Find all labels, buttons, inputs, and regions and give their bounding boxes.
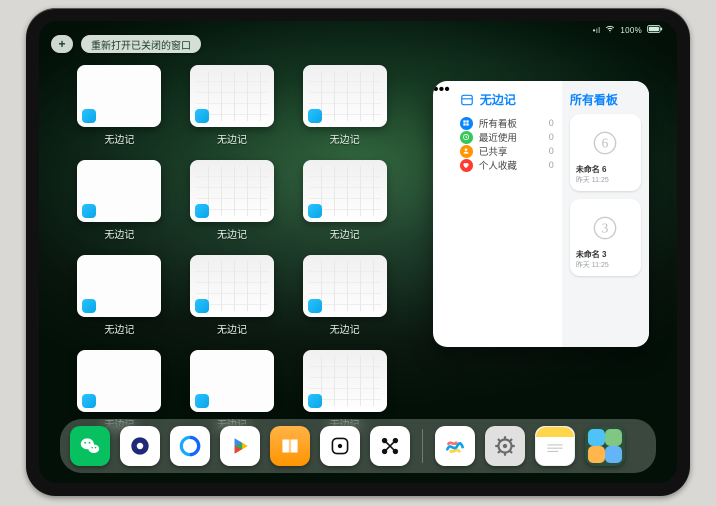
dock-app-notes[interactable] <box>535 426 575 466</box>
sidebar-item-count: 0 <box>549 146 554 156</box>
dock-separator <box>422 429 423 463</box>
heart-icon <box>460 159 473 172</box>
sidebar-item-label: 个人收藏 <box>479 158 517 172</box>
dock-app-nodes[interactable] <box>370 426 410 466</box>
reopen-closed-window-button[interactable]: 重新打开已关闭的窗口 <box>81 35 201 53</box>
freeform-icon <box>460 93 474 107</box>
app-switcher-tile[interactable]: 无边记 <box>190 65 275 146</box>
board-subtitle: 昨天 11:25 <box>576 260 635 270</box>
grid-icon <box>460 117 473 130</box>
tile-thumbnail <box>77 255 161 317</box>
tile-label: 无边记 <box>330 131 360 146</box>
battery-icon <box>647 25 663 35</box>
tile-thumbnail <box>77 160 161 222</box>
app-switcher-tile[interactable]: 无边记 <box>190 255 275 336</box>
app-switcher-tile[interactable]: 无边记 <box>302 160 387 241</box>
app-switcher-tile[interactable]: 无边记 <box>77 160 162 241</box>
top-bar: + 重新打开已关闭的窗口 <box>51 35 201 53</box>
panel-content: 所有看板 6未命名 6昨天 11:253未命名 3昨天 11:25 <box>562 81 649 347</box>
new-window-button[interactable]: + <box>51 35 73 53</box>
tile-thumbnail <box>190 65 274 127</box>
svg-text:3: 3 <box>602 220 609 235</box>
dock-app-play[interactable] <box>220 426 260 466</box>
tile-thumbnail <box>190 255 274 317</box>
app-switcher-grid: 无边记无边记无边记无边记无边记无边记无边记无边记无边记无边记无边记无边记 <box>77 65 387 431</box>
tile-thumbnail <box>190 160 274 222</box>
tile-thumbnail <box>77 65 161 127</box>
freeform-panel: ••• 无边记 所有看板0最近使用0已共享0个人收藏0 所有看板 6未命名 6昨… <box>433 81 649 347</box>
panel-sidebar: 无边记 所有看板 0 最近使用 0 已共享 0 个人收藏 0 <box>450 81 562 347</box>
sidebar-item[interactable]: 最近使用 0 <box>460 130 554 144</box>
board-subtitle: 昨天 11:25 <box>576 175 635 185</box>
ipad-device-frame: •ıl 100% + 重新打开已关闭的窗口 无边记无边记无边记无边记无边记无边记… <box>26 8 690 496</box>
dock-app-settings[interactable] <box>485 426 525 466</box>
clock-icon <box>460 131 473 144</box>
board-thumbnail: 3 <box>576 205 635 251</box>
tile-label: 无边记 <box>330 321 360 336</box>
dock-app-wechat[interactable] <box>70 426 110 466</box>
tile-label: 无边记 <box>104 321 134 336</box>
app-switcher-tile[interactable]: 无边记 <box>77 255 162 336</box>
sidebar-item[interactable]: 所有看板 0 <box>460 116 554 130</box>
board-name: 未命名 6 <box>576 166 635 175</box>
wifi-icon <box>605 24 615 36</box>
tile-label: 无边记 <box>217 131 247 146</box>
sidebar-item-label: 最近使用 <box>479 130 517 144</box>
dock-app-qqbrowser[interactable] <box>170 426 210 466</box>
sidebar-item-count: 0 <box>549 118 554 128</box>
dock-app-books[interactable] <box>270 426 310 466</box>
panel-right-title: 所有看板 <box>570 91 641 108</box>
board-name: 未命名 3 <box>576 251 635 260</box>
tile-thumbnail <box>77 350 161 412</box>
tile-thumbnail <box>303 350 387 412</box>
battery-percent: 100% <box>620 26 642 35</box>
app-switcher-tile[interactable]: 无边记 <box>302 65 387 146</box>
sidebar-item-count: 0 <box>549 132 554 142</box>
board-card[interactable]: 6 未命名 6昨天 11:25 <box>570 114 641 191</box>
sidebar-item-count: 0 <box>549 160 554 170</box>
board-card[interactable]: 3 未命名 3昨天 11:25 <box>570 199 641 276</box>
tile-thumbnail <box>303 255 387 317</box>
status-bar: •ıl 100% <box>593 24 663 36</box>
sidebar-item[interactable]: 已共享 0 <box>460 144 554 158</box>
dock-app-dice[interactable] <box>320 426 360 466</box>
sidebar-item-label: 所有看板 <box>479 116 517 130</box>
tile-label: 无边记 <box>104 226 134 241</box>
board-thumbnail: 6 <box>576 120 635 166</box>
tile-thumbnail <box>303 65 387 127</box>
app-switcher-tile[interactable]: 无边记 <box>190 160 275 241</box>
dock <box>60 419 656 473</box>
app-switcher-tile[interactable]: 无边记 <box>302 255 387 336</box>
dock-app-freeform[interactable] <box>435 426 475 466</box>
tile-label: 无边记 <box>330 226 360 241</box>
ipad-screen: •ıl 100% + 重新打开已关闭的窗口 无边记无边记无边记无边记无边记无边记… <box>39 21 677 483</box>
tile-thumbnail <box>190 350 274 412</box>
tile-label: 无边记 <box>217 226 247 241</box>
svg-text:6: 6 <box>602 136 609 151</box>
app-switcher-tile[interactable]: 无边记 <box>77 65 162 146</box>
tile-label: 无边记 <box>104 131 134 146</box>
tile-label: 无边记 <box>217 321 247 336</box>
panel-more-button[interactable]: ••• <box>433 81 450 347</box>
panel-title: 无边记 <box>480 91 516 108</box>
person-icon <box>460 145 473 158</box>
sidebar-item[interactable]: 个人收藏 0 <box>460 158 554 172</box>
dock-app-app-library[interactable] <box>585 426 625 466</box>
tile-thumbnail <box>303 160 387 222</box>
signal-icon: •ıl <box>593 26 601 35</box>
sidebar-item-label: 已共享 <box>479 144 508 158</box>
dock-app-quark[interactable] <box>120 426 160 466</box>
